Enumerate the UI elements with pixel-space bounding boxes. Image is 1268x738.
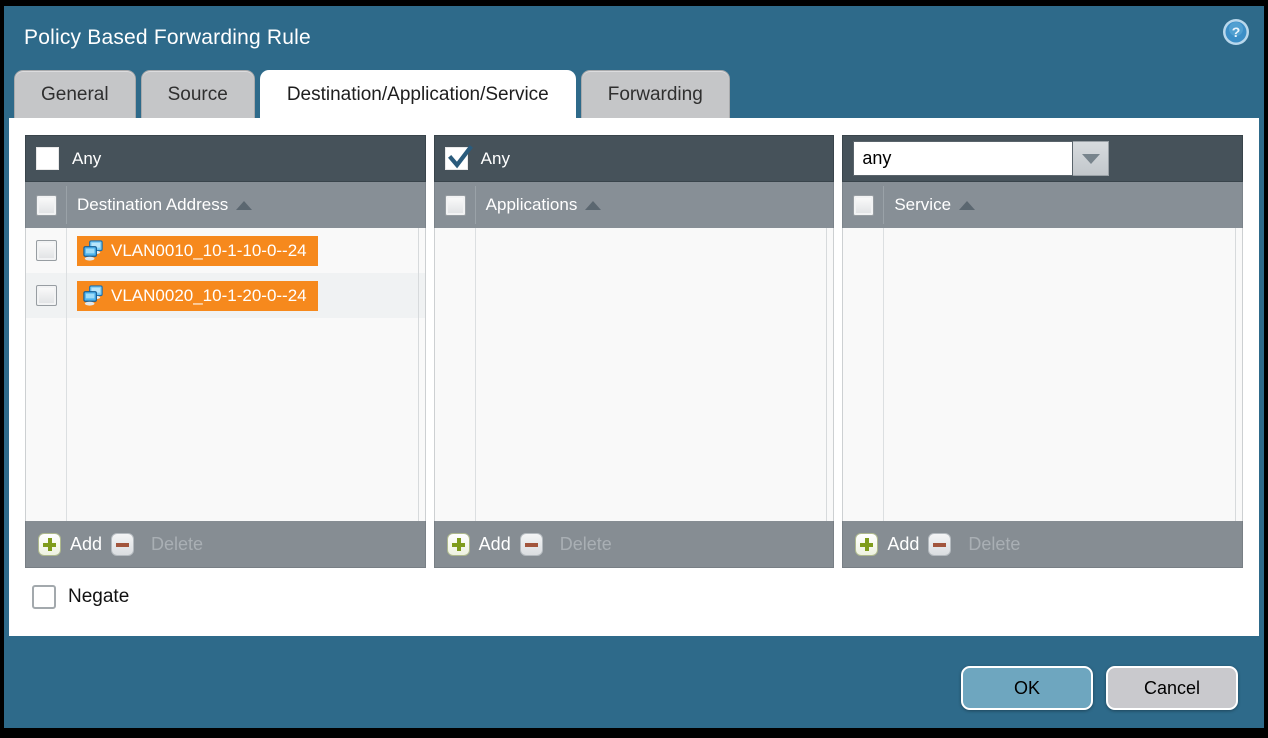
address-object-name: VLAN0010_10-1-10-0--24	[111, 241, 307, 261]
tab-content-panel: Any Destination Address	[9, 118, 1259, 636]
destination-column-header[interactable]: Destination Address	[25, 182, 426, 228]
service-dropdown[interactable]: any	[853, 141, 1109, 176]
dialog-title: Policy Based Forwarding Rule	[24, 26, 311, 50]
sort-ascending-icon	[959, 201, 975, 210]
applications-column-header[interactable]: Applications	[434, 182, 835, 228]
applications-toolbar: Add Delete	[434, 521, 835, 568]
tab-bar: General Source Destination/Application/S…	[4, 70, 1264, 118]
service-select-all-checkbox[interactable]	[853, 195, 874, 216]
destination-select-all-checkbox[interactable]	[36, 195, 57, 216]
dialog-action-bar: OK Cancel	[961, 666, 1238, 710]
list-item[interactable]: VLAN0010_10-1-10-0--24	[26, 228, 425, 273]
applications-any-checkbox[interactable]	[445, 147, 468, 170]
applications-select-all-checkbox[interactable]	[445, 195, 466, 216]
applications-delete-button[interactable]: Delete	[560, 534, 612, 555]
tab-forwarding[interactable]: Forwarding	[581, 70, 730, 118]
destination-delete-button[interactable]: Delete	[151, 534, 203, 555]
applications-any-label: Any	[481, 149, 510, 169]
tab-source[interactable]: Source	[141, 70, 255, 118]
service-toolbar: Add Delete	[842, 521, 1243, 568]
destination-toolbar: Add Delete	[25, 521, 426, 568]
checkmark-icon	[447, 145, 474, 172]
minus-icon[interactable]	[111, 533, 134, 556]
cancel-button[interactable]: Cancel	[1106, 666, 1238, 710]
dialog-titlebar: Policy Based Forwarding Rule ?	[4, 6, 1264, 70]
svg-text:?: ?	[1232, 24, 1241, 40]
plus-icon[interactable]	[38, 533, 61, 556]
list-item[interactable]: VLAN0020_10-1-20-0--24	[26, 273, 425, 318]
service-list	[842, 228, 1243, 521]
negate-row: Negate	[25, 585, 1243, 609]
help-icon[interactable]: ?	[1222, 18, 1250, 46]
network-computers-icon	[82, 284, 105, 307]
destination-header-label: Destination Address	[77, 195, 228, 215]
minus-icon[interactable]	[928, 533, 951, 556]
destination-address-column: Any Destination Address	[25, 135, 426, 568]
negate-checkbox[interactable]	[32, 585, 56, 609]
ok-button[interactable]: OK	[961, 666, 1093, 710]
destination-any-label: Any	[72, 149, 101, 169]
chevron-down-icon	[1082, 154, 1100, 164]
applications-header-label: Applications	[486, 195, 578, 215]
network-computers-icon	[82, 239, 105, 262]
minus-icon[interactable]	[520, 533, 543, 556]
applications-add-button[interactable]: Add	[479, 534, 511, 555]
destination-address-list: VLAN0010_10-1-10-0--24	[25, 228, 426, 521]
service-add-button[interactable]: Add	[887, 534, 919, 555]
address-object-chip[interactable]: VLAN0020_10-1-20-0--24	[77, 281, 318, 311]
policy-forwarding-dialog: Policy Based Forwarding Rule ? General S…	[0, 0, 1268, 738]
service-column: any Service Add Delete	[842, 135, 1243, 568]
negate-label: Negate	[68, 586, 129, 608]
service-delete-button[interactable]: Delete	[968, 534, 1020, 555]
applications-any-bar: Any	[434, 135, 835, 182]
service-column-header[interactable]: Service	[842, 182, 1243, 228]
applications-list	[434, 228, 835, 521]
plus-icon[interactable]	[855, 533, 878, 556]
service-dropdown-value[interactable]: any	[853, 141, 1073, 176]
service-header-label: Service	[894, 195, 951, 215]
sort-ascending-icon	[236, 201, 252, 210]
tab-general[interactable]: General	[14, 70, 136, 118]
row-checkbox[interactable]	[36, 240, 57, 261]
service-dropdown-button[interactable]	[1073, 141, 1109, 176]
destination-any-bar: Any	[25, 135, 426, 182]
address-object-name: VLAN0020_10-1-20-0--24	[111, 286, 307, 306]
service-any-bar: any	[842, 135, 1243, 182]
tab-destination-application-service[interactable]: Destination/Application/Service	[260, 70, 576, 118]
address-object-chip[interactable]: VLAN0010_10-1-10-0--24	[77, 236, 318, 266]
columns-container: Any Destination Address	[25, 135, 1243, 568]
applications-column: Any Applications Add Delete	[434, 135, 835, 568]
destination-any-checkbox[interactable]	[36, 147, 59, 170]
plus-icon[interactable]	[447, 533, 470, 556]
row-checkbox[interactable]	[36, 285, 57, 306]
destination-add-button[interactable]: Add	[70, 534, 102, 555]
sort-ascending-icon	[585, 201, 601, 210]
